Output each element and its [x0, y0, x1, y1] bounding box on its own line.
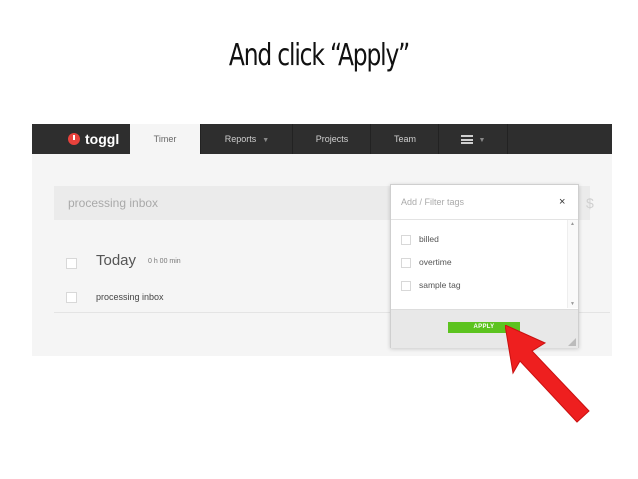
day-total-duration: 0 h 00 min: [148, 258, 181, 265]
timer-description-input[interactable]: processing inbox: [68, 186, 158, 220]
day-select-checkbox[interactable]: [66, 258, 77, 269]
top-navbar: toggl Timer Reports ▼ Projects Team ▼: [32, 124, 612, 154]
tag-label: overtime: [419, 257, 452, 267]
app-screenshot: toggl Timer Reports ▼ Projects Team ▼ pro…: [32, 124, 612, 356]
pointer-arrow-icon: [505, 325, 590, 423]
tag-list-scrollbar[interactable]: ▲ ▼: [567, 220, 578, 308]
tag-checkbox[interactable]: [401, 235, 411, 245]
entry-select-checkbox[interactable]: [66, 292, 77, 303]
tag-label: billed: [419, 234, 439, 244]
scroll-down-icon[interactable]: ▼: [570, 301, 575, 307]
close-icon[interactable]: ×: [559, 193, 565, 211]
day-group-label: Today: [96, 252, 137, 269]
tag-search-box: ×: [391, 185, 578, 220]
tag-list: billed overtime sample tag: [391, 220, 567, 308]
tab-timer[interactable]: Timer: [130, 124, 200, 154]
toggl-logo[interactable]: toggl: [32, 124, 130, 154]
tab-projects[interactable]: Projects: [292, 124, 371, 154]
power-icon: [68, 133, 80, 145]
tag-checkbox[interactable]: [401, 258, 411, 268]
tab-reports[interactable]: Reports ▼: [200, 124, 293, 154]
chevron-down-icon: ▼: [478, 137, 486, 144]
tag-checkbox[interactable]: [401, 281, 411, 291]
slide-title: And click “Apply”: [228, 38, 410, 73]
time-entry-description[interactable]: processing inbox: [96, 292, 164, 302]
chevron-down-icon: ▼: [262, 137, 270, 144]
billable-icon[interactable]: $: [586, 186, 594, 220]
tab-label: Team: [393, 134, 416, 144]
tab-label: Projects: [315, 134, 349, 144]
logo-text: toggl: [85, 131, 120, 147]
tab-team[interactable]: Team: [370, 124, 439, 154]
tab-label: Timer: [153, 134, 177, 144]
tab-label: Reports: [224, 134, 257, 144]
main-menu-button[interactable]: ▼: [438, 124, 508, 154]
tag-label: sample tag: [419, 280, 461, 290]
tag-filter-input[interactable]: [401, 193, 551, 211]
scroll-up-icon[interactable]: ▲: [570, 221, 575, 227]
hamburger-menu-icon: [460, 135, 473, 145]
tag-dropdown: × billed overtime sample tag ▲ ▼ APPLY: [390, 184, 579, 348]
